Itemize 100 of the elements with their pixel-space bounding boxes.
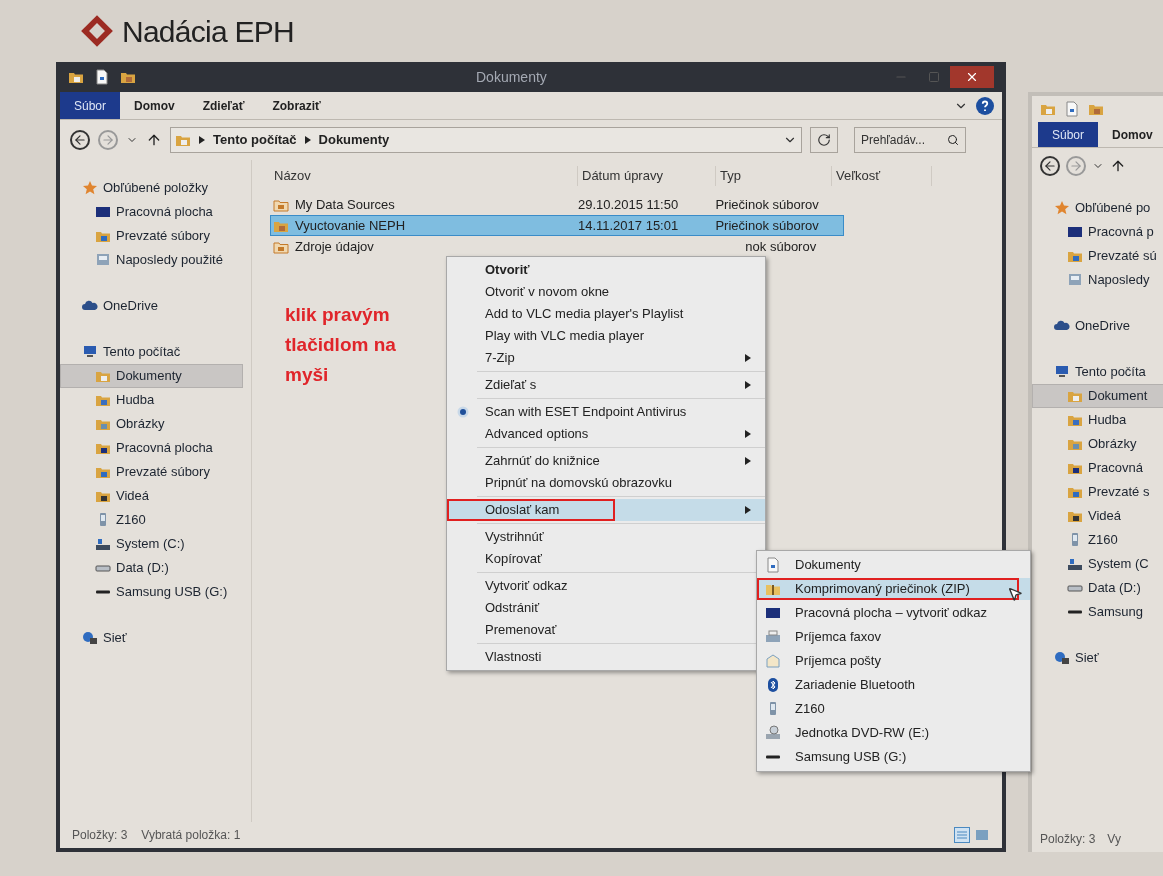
refresh-button[interactable]: [810, 127, 838, 153]
menu-item[interactable]: Play with VLC media player: [447, 325, 765, 347]
nav-item[interactable]: Pracovná plocha: [60, 200, 243, 224]
menu-item[interactable]: Advanced options: [447, 423, 765, 445]
menu-item[interactable]: Add to VLC media player's Playlist: [447, 303, 765, 325]
column-header[interactable]: Typ: [716, 166, 832, 186]
selection-count: Vybratá položka: 1: [141, 827, 241, 844]
nav-item[interactable]: Obrázky: [1032, 432, 1163, 456]
menu-item[interactable]: Pripnúť na domovskú obrazovku: [447, 472, 765, 494]
menu-item[interactable]: Otvoriť: [447, 259, 765, 281]
nav-item[interactable]: Prevzaté s: [1032, 480, 1163, 504]
nav-item[interactable]: Prevzaté sú: [1032, 244, 1163, 268]
back-icon[interactable]: [1040, 156, 1060, 176]
nav-item[interactable]: Prevzaté súbory: [60, 460, 243, 484]
ribbon-tab[interactable]: Zdieľať: [188, 92, 259, 119]
column-header[interactable]: Názov: [270, 166, 578, 186]
nav-item[interactable]: Naposledy použité: [60, 248, 243, 272]
breadcrumb[interactable]: Tento počítač: [213, 130, 297, 150]
nav-section[interactable]: Tento počítač: [60, 340, 251, 364]
network-icon: [1054, 650, 1070, 666]
nav-item[interactable]: Videá: [60, 484, 243, 508]
nav-item[interactable]: System (C: [1032, 552, 1163, 576]
nav-section[interactable]: Obľúbené po: [1032, 196, 1163, 220]
file-row[interactable]: Vyuctovanie NEPH 14.11.2017 15:01 Priečinok súborov: [270, 215, 844, 236]
nav-section[interactable]: Sieť: [60, 626, 251, 650]
menu-item[interactable]: Z160: [757, 698, 1030, 720]
nav-section[interactable]: Tento počíta: [1032, 360, 1163, 384]
nav-section[interactable]: OneDrive: [1032, 314, 1163, 338]
close-button[interactable]: [950, 66, 994, 88]
nav-item[interactable]: Pracovná p: [1032, 220, 1163, 244]
dvd-drive-icon: [765, 725, 781, 741]
menu-item[interactable]: Vystrihnúť: [447, 526, 765, 548]
ribbon-tab[interactable]: Súbor: [60, 92, 121, 119]
search-field[interactable]: Prehľadáv...: [854, 127, 966, 153]
file-row[interactable]: My Data Sources 29.10.2015 11:50 Priečinok súborov: [270, 194, 844, 215]
nav-section[interactable]: Sieť: [1032, 646, 1163, 670]
menu-item[interactable]: Otvoriť v novom okne: [447, 281, 765, 303]
file-type: nok súborov: [745, 238, 817, 254]
nav-item[interactable]: Samsung: [1032, 600, 1163, 624]
forward-icon[interactable]: [98, 130, 118, 150]
menu-item[interactable]: 7-Zip: [447, 347, 765, 369]
modified-date: 29.10.2015 11:50: [577, 196, 679, 212]
menu-item[interactable]: Jednotka DVD-RW (E:): [757, 722, 1030, 744]
nav-section[interactable]: Obľúbené položky: [60, 176, 251, 200]
logo-text: Nadácia EPH: [122, 13, 294, 50]
document-icon: [94, 69, 110, 85]
column-header[interactable]: Veľkosť: [832, 166, 932, 186]
menu-item[interactable]: Pracovná plocha – vytvoriť odkaz: [757, 602, 1030, 624]
address-bar[interactable]: Tento počítač Dokumenty: [170, 127, 802, 153]
nav-item[interactable]: Dokumenty: [60, 364, 243, 388]
nav-item[interactable]: Prevzaté súbory: [60, 224, 243, 248]
usb-drive-icon: [1067, 610, 1083, 614]
details-view-icon[interactable]: [954, 827, 970, 843]
nav-item[interactable]: Dokument: [1032, 384, 1163, 408]
nav-item[interactable]: Z160: [1032, 528, 1163, 552]
menu-item[interactable]: Príjemca faxov: [757, 626, 1030, 648]
ribbon-tab[interactable]: Zobraziť: [258, 92, 335, 119]
nav-item[interactable]: Hudba: [60, 388, 243, 412]
menu-item[interactable]: Zdieľať s: [447, 374, 765, 396]
nav-item[interactable]: Obrázky: [60, 412, 243, 436]
nav-item[interactable]: Pracovná plocha: [60, 436, 243, 460]
menu-item[interactable]: Komprimovaný priečinok (ZIP): [757, 578, 1030, 600]
nav-item[interactable]: Videá: [1032, 504, 1163, 528]
menu-item[interactable]: Dokumenty: [757, 554, 1030, 576]
ribbon-tab[interactable]: Domov: [120, 92, 189, 119]
tiles-view-icon[interactable]: [974, 827, 990, 843]
breadcrumb[interactable]: Dokumenty: [318, 130, 390, 150]
back-icon[interactable]: [70, 130, 90, 150]
menu-item[interactable]: Scan with ESET Endpoint Antivirus: [447, 401, 765, 423]
menu-item[interactable]: Zahrnúť do knižnice: [447, 450, 765, 472]
maximize-icon[interactable]: [928, 71, 940, 83]
ribbon-tab[interactable]: Domov: [1098, 122, 1163, 147]
fax-icon: [765, 629, 781, 645]
file-type: Priečinok súborov: [715, 217, 819, 233]
computer-icon: [82, 344, 98, 360]
nav-item[interactable]: System (C:): [60, 532, 243, 556]
nav-section[interactable]: OneDrive: [60, 294, 251, 318]
item-count: Položky: 3: [1040, 831, 1096, 848]
menu-item[interactable]: Samsung USB (G:): [757, 746, 1030, 768]
menu-item[interactable]: Zariadenie Bluetooth: [757, 674, 1030, 696]
menu-item[interactable]: Príjemca pošty: [757, 650, 1030, 672]
up-icon[interactable]: [146, 132, 162, 148]
nav-item[interactable]: Data (D:): [60, 556, 243, 580]
column-header[interactable]: Dátum úpravy: [578, 166, 716, 186]
menu-item[interactable]: Odoslať kam: [447, 499, 765, 521]
forward-icon[interactable]: [1066, 156, 1086, 176]
help-icon[interactable]: [976, 96, 994, 115]
nav-item[interactable]: Samsung USB (G:): [60, 580, 243, 604]
cursor-icon: [1007, 586, 1023, 602]
monitor-icon: [765, 605, 781, 621]
nav-item[interactable]: Z160: [60, 508, 243, 532]
nav-item[interactable]: Data (D:): [1032, 576, 1163, 600]
ribbon-tab[interactable]: Súbor: [1038, 122, 1099, 147]
submenu-arrow-icon: [745, 430, 751, 438]
nav-item[interactable]: Naposledy: [1032, 268, 1163, 292]
modified-date: 14.11.2017 15:01: [577, 217, 679, 233]
nav-item[interactable]: Pracovná: [1032, 456, 1163, 480]
file-row[interactable]: Zdroje údajov nok súborov: [270, 236, 844, 257]
nav-item[interactable]: Hudba: [1032, 408, 1163, 432]
up-icon[interactable]: [1110, 158, 1126, 174]
